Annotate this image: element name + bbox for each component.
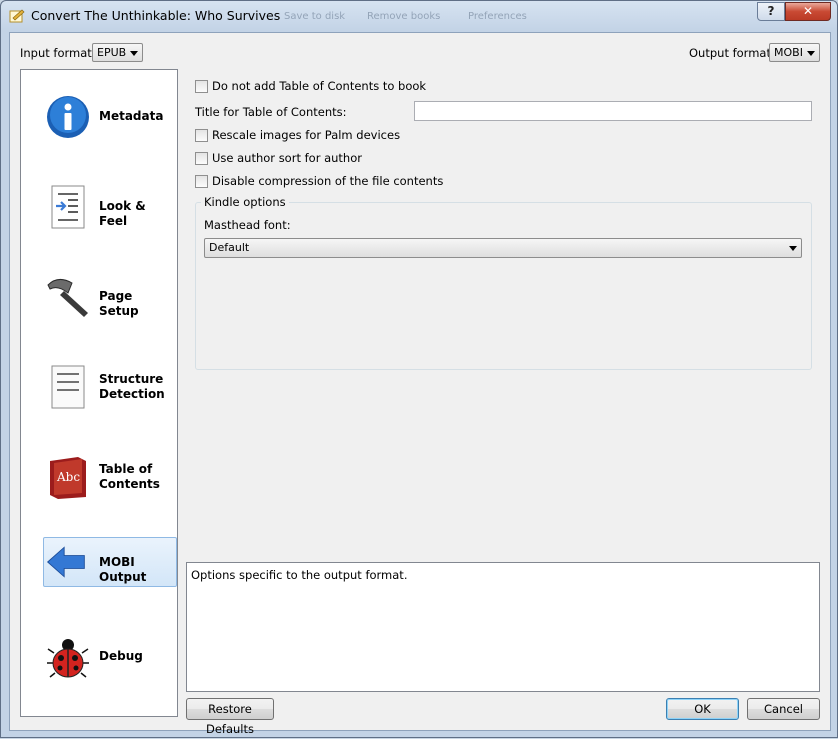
dialog-window: Convert The Unthinkable: Who Survives Sa… — [0, 0, 838, 738]
red-book-icon: Abc — [50, 457, 86, 499]
output-format-select[interactable]: MOBI — [769, 43, 820, 62]
ok-button[interactable]: OK — [666, 698, 739, 720]
close-button[interactable]: ✕ — [785, 2, 831, 21]
ladybug-icon — [47, 639, 89, 678]
toc-title-label: Title for Table of Contents: — [195, 105, 347, 119]
sidebar-item-mobi-output[interactable]: MOBI Output — [43, 537, 177, 587]
sidebar-item-page-setup[interactable]: Page Setup — [22, 267, 176, 327]
sidebar-item-label: Look & Feel — [99, 199, 146, 228]
option-description-text: Options specific to the output format. — [191, 568, 408, 582]
masthead-font-select[interactable]: Default — [204, 238, 802, 258]
sidebar-item-look-and-feel[interactable]: Look & Feel — [22, 177, 176, 237]
ghost-toolbar-label: Preferences — [468, 11, 527, 22]
sidebar-item-label: Debug — [99, 649, 143, 663]
svg-text:Abc: Abc — [56, 470, 80, 484]
masthead-font-value: Default — [209, 241, 250, 254]
kindle-options-title: Kindle options — [201, 195, 289, 209]
option-description-box: Options specific to the output format. — [186, 562, 820, 692]
chevron-down-icon — [789, 246, 797, 251]
info-icon — [47, 96, 89, 138]
sidebar: Metadata Look & Feel Page Setup Structur… — [20, 69, 178, 717]
sidebar-item-debug[interactable]: Debug — [22, 627, 176, 687]
sidebar-item-label: Table of Contents — [99, 462, 160, 491]
window-title: Convert The Unthinkable: Who Survives — [31, 8, 281, 23]
blue-left-arrow-icon — [46, 546, 85, 578]
author-sort-checkbox[interactable] — [195, 152, 208, 165]
indent-document-icon — [51, 185, 85, 229]
sidebar-item-label: Page Setup — [99, 289, 139, 318]
disable-compression-checkbox[interactable] — [195, 175, 208, 188]
input-format-value: EPUB — [97, 46, 127, 59]
input-format-label: Input format: — [20, 46, 96, 60]
rescale-images-label: Rescale images for Palm devices — [212, 128, 401, 142]
disable-compression-label: Disable compression of the file contents — [212, 174, 444, 188]
author-sort-label: Use author sort for author — [212, 151, 362, 165]
no-toc-checkbox[interactable] — [195, 80, 208, 93]
sidebar-item-table-of-contents[interactable]: Abc Table of Contents — [22, 447, 176, 507]
document-lines-icon — [51, 365, 85, 409]
rescale-images-checkbox[interactable] — [195, 129, 208, 142]
sidebar-item-structure-detection[interactable]: Structure Detection — [22, 357, 176, 417]
output-format-label: Output format: — [689, 46, 775, 60]
input-format-select[interactable]: EPUB — [92, 43, 143, 62]
ghost-toolbar-label: Remove books — [367, 11, 441, 22]
sidebar-item-label: MOBI Output — [99, 555, 147, 584]
no-toc-label: Do not add Table of Contents to book — [212, 79, 427, 93]
sidebar-item-label: Metadata — [99, 109, 164, 123]
cancel-button[interactable]: Cancel — [747, 698, 820, 720]
ghost-toolbar-label: Save to disk — [284, 11, 346, 22]
title-bar: Convert The Unthinkable: Who Survives Sa… — [1, 1, 837, 31]
dialog-body: Input format: EPUB Output format: MOBI M… — [9, 32, 831, 736]
calibre-app-icon — [9, 9, 25, 23]
toc-title-input[interactable] — [414, 101, 812, 121]
help-button[interactable]: ? — [757, 2, 785, 21]
hammer-icon — [47, 279, 88, 317]
sidebar-item-label: Structure Detection — [99, 372, 165, 401]
output-format-value: MOBI — [774, 46, 803, 59]
restore-defaults-button[interactable]: Restore Defaults — [186, 698, 274, 736]
chevron-down-icon — [807, 51, 815, 56]
chevron-down-icon — [130, 51, 138, 56]
masthead-font-label: Masthead font: — [204, 218, 291, 232]
sidebar-item-metadata[interactable]: Metadata — [22, 87, 176, 147]
